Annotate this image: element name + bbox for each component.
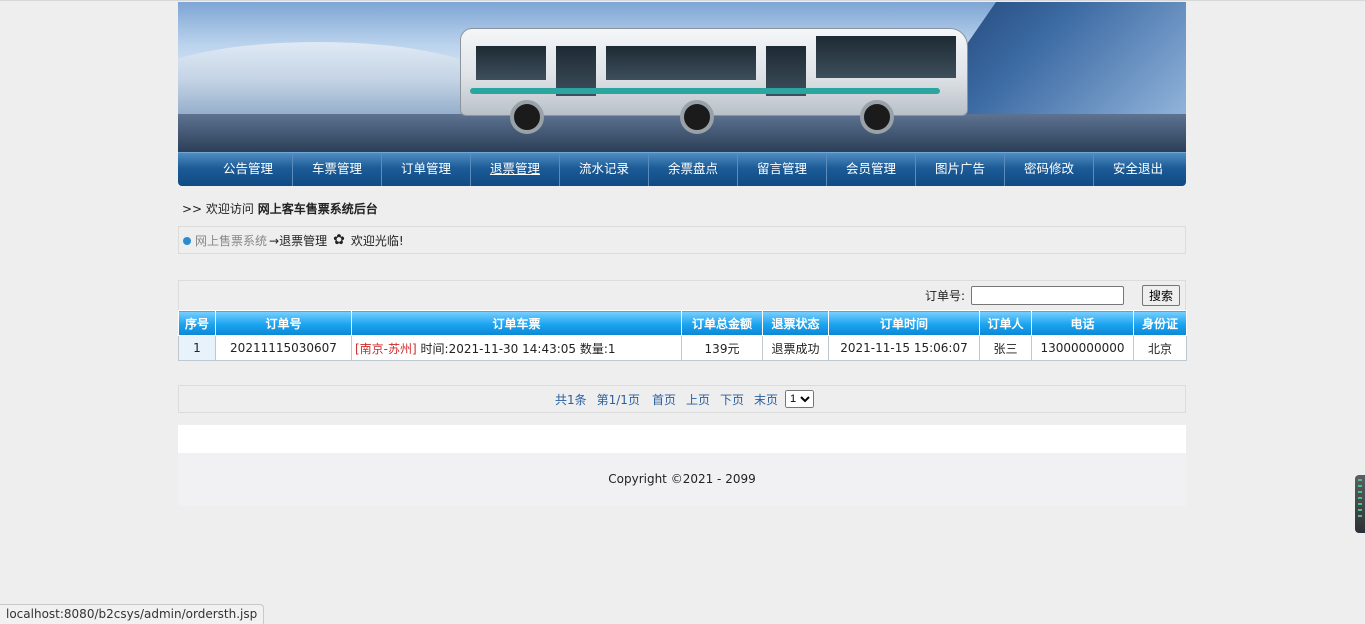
col-header-amount: 订单总金额	[681, 310, 763, 336]
col-header-status: 退票状态	[762, 310, 829, 336]
copyright-text: Copyright ©2021 - 2099	[608, 472, 756, 486]
cell-status: 退票成功	[762, 335, 829, 361]
nav-announcements[interactable]: 公告管理	[204, 153, 293, 186]
col-header-order-no: 订单号	[215, 310, 352, 336]
breadcrumb-current: →退票管理	[269, 233, 328, 248]
ticket-route: [南京-苏州]	[355, 341, 417, 356]
browser-status-bar: localhost:8080/b2csys/admin/ordersth.jsp	[0, 604, 265, 624]
top-border	[0, 0, 1365, 1]
col-header-order-time: 订单时间	[828, 310, 980, 336]
pager-last[interactable]: 末页	[754, 391, 778, 408]
breadcrumb: 网上售票系统 →退票管理 ✿ 欢迎光临!	[178, 226, 1186, 254]
cell-amount: 139元	[681, 335, 763, 361]
main-nav: 公告管理 车票管理 订单管理 退票管理 流水记录 余票盘点 留言管理 会员管理 …	[178, 152, 1186, 186]
system-name: 网上客车售票系统后台	[257, 202, 378, 216]
col-header-index: 序号	[178, 310, 216, 336]
nav-refunds[interactable]: 退票管理	[471, 153, 560, 186]
cell-idcard: 北京	[1133, 335, 1187, 361]
welcome-prefix: >> 欢迎访问	[182, 202, 254, 216]
search-bar: 订单号: 搜索	[178, 280, 1186, 310]
cell-order-time: 2021-11-15 15:06:07	[828, 335, 980, 361]
breadcrumb-site[interactable]: 网上售票系统	[195, 232, 267, 249]
col-header-idcard: 身份证	[1133, 310, 1187, 336]
nav-members[interactable]: 会员管理	[827, 153, 916, 186]
side-panel-handle[interactable]	[1355, 475, 1365, 533]
pager-total: 共1条	[554, 392, 587, 407]
welcome-line: >> 欢迎访问 网上客车售票系统后台	[178, 200, 1186, 216]
content-spacer	[178, 425, 1186, 453]
cell-person: 张三	[979, 335, 1032, 361]
flower-icon: ✿	[333, 232, 345, 248]
search-button[interactable]: 搜索	[1141, 285, 1180, 306]
col-header-person: 订单人	[979, 310, 1032, 336]
col-header-phone: 电话	[1031, 310, 1134, 336]
nav-logout[interactable]: 安全退出	[1094, 153, 1182, 186]
cell-order-no: 20211115030607	[215, 335, 352, 361]
breadcrumb-greeting: 欢迎光临!	[350, 233, 404, 248]
header-banner	[178, 2, 1186, 152]
page-container: 公告管理 车票管理 订单管理 退票管理 流水记录 余票盘点 留言管理 会员管理 …	[178, 2, 1187, 506]
pagination: 共1条 第1/1页 首页 上页 下页 末页 1	[178, 385, 1186, 413]
cell-ticket: [南京-苏州] 时间:2021-11-30 14:43:05 数量:1	[351, 335, 682, 361]
col-header-ticket: 订单车票	[351, 310, 682, 336]
order-no-label: 订单号:	[924, 289, 965, 303]
pager-prev[interactable]: 上页	[686, 391, 710, 408]
refund-table: 序号 订单号 订单车票 订单总金额 退票状态 订单时间 订单人 电话 身份证 1…	[178, 310, 1187, 361]
nav-transactions[interactable]: 流水记录	[560, 153, 649, 186]
page-select[interactable]: 1	[785, 390, 815, 408]
pager-next[interactable]: 下页	[720, 391, 744, 408]
bullet-icon	[183, 237, 191, 245]
pager-page-info: 第1/1页	[596, 392, 640, 407]
nav-orders[interactable]: 订单管理	[382, 153, 471, 186]
cell-phone: 13000000000	[1031, 335, 1134, 361]
cell-index: 1	[178, 335, 216, 361]
nav-messages[interactable]: 留言管理	[738, 153, 827, 186]
footer: Copyright ©2021 - 2099	[178, 453, 1186, 506]
pager-first[interactable]: 首页	[652, 391, 676, 408]
nav-inventory[interactable]: 余票盘点	[649, 153, 738, 186]
order-no-input[interactable]	[970, 286, 1124, 305]
table-header-row: 序号 订单号 订单车票 订单总金额 退票状态 订单时间 订单人 电话 身份证	[178, 310, 1187, 336]
nav-change-password[interactable]: 密码修改	[1005, 153, 1094, 186]
ticket-info: 时间:2021-11-30 14:43:05 数量:1	[420, 341, 616, 356]
banner-bus-image	[460, 28, 968, 134]
table-row: 1 20211115030607 [南京-苏州] 时间:2021-11-30 1…	[178, 335, 1187, 361]
nav-image-ads[interactable]: 图片广告	[916, 153, 1005, 186]
nav-tickets[interactable]: 车票管理	[293, 153, 382, 186]
